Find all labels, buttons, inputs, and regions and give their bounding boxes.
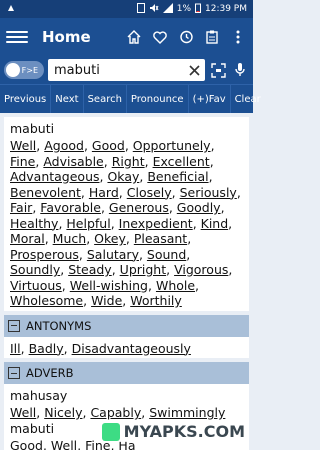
word-link[interactable]: Beneficial xyxy=(147,169,208,184)
watermark-logo: MYAPKS.COM xyxy=(97,421,249,442)
word-link[interactable]: Sound xyxy=(147,247,186,262)
word-link[interactable]: Pleasant xyxy=(134,231,187,246)
action-toolbar: Previous Next Search Pronounce (+)Fav Cl… xyxy=(0,84,261,113)
history-icon[interactable] xyxy=(177,28,195,46)
home-icon[interactable] xyxy=(125,28,143,46)
collapse-icon[interactable] xyxy=(8,319,20,332)
word-link[interactable]: Wide xyxy=(91,293,122,308)
page-title: Home xyxy=(42,28,91,46)
search-box xyxy=(48,59,205,81)
status-bar: 1% 12:39 PM xyxy=(0,0,253,18)
watermark-text: MYAPKS.COM xyxy=(123,422,245,441)
word-link[interactable]: Agood xyxy=(44,138,84,153)
word-link[interactable]: Goodly xyxy=(177,200,221,215)
battery-percent: 1% xyxy=(176,4,191,14)
word-link[interactable]: Capably xyxy=(90,405,141,420)
microphone-icon[interactable] xyxy=(231,61,249,79)
word-link[interactable]: Badly xyxy=(29,341,64,356)
word-link[interactable]: Good xyxy=(10,438,43,450)
adverb-section-header[interactable]: ADVERB xyxy=(4,362,249,384)
word-link[interactable]: Wholesome xyxy=(10,293,83,308)
android-logo-icon xyxy=(101,422,120,441)
main-entry-card: mabuti Well, Agood, Good, Opportunely, F… xyxy=(4,117,249,311)
word-link[interactable]: Hard xyxy=(89,185,119,200)
word-link[interactable]: Inexpedient xyxy=(119,216,193,231)
clear-button[interactable]: Clear xyxy=(231,85,265,113)
word-link[interactable]: Prosperous xyxy=(10,247,79,262)
word-link[interactable]: Virtuous xyxy=(10,278,62,293)
word-link[interactable]: Well-wishing xyxy=(70,278,148,293)
word-link[interactable]: Good xyxy=(92,138,125,153)
word-link[interactable]: Opportunely xyxy=(133,138,211,153)
battery-icon xyxy=(195,3,201,16)
word-link[interactable]: Disadvantageously xyxy=(72,341,191,356)
adverb-word-list: Well, Nicely, Capably, Swimmingly xyxy=(10,405,226,420)
word-link[interactable]: Okay xyxy=(107,169,139,184)
word-link[interactable]: Fair xyxy=(10,200,32,215)
pronounce-button[interactable]: Pronounce xyxy=(127,85,189,113)
word-link[interactable]: Okey xyxy=(94,231,126,246)
headword: mahusay xyxy=(10,388,68,403)
clear-search-icon[interactable] xyxy=(187,63,201,77)
collapse-icon[interactable] xyxy=(8,367,20,379)
word-link[interactable]: Steady xyxy=(68,262,112,277)
scan-icon[interactable] xyxy=(209,61,227,79)
results-content: mabuti Well, Agood, Good, Opportunely, F… xyxy=(0,113,253,450)
word-link[interactable]: Seriously xyxy=(180,185,237,200)
word-link[interactable]: Ill xyxy=(10,341,21,356)
adverb-entry: mahusay Well, Nicely, Capably, Swimmingl… xyxy=(10,388,243,421)
sim-icon xyxy=(136,2,145,16)
toggle-label: F>E xyxy=(21,65,38,75)
word-link[interactable]: Nicely xyxy=(44,405,82,420)
word-link[interactable]: Advantageous xyxy=(10,169,100,184)
add-favorite-button[interactable]: (+)Fav xyxy=(189,85,231,113)
android-debug-icon xyxy=(6,3,16,16)
word-link[interactable]: Benevolent xyxy=(10,185,81,200)
word-link[interactable]: Whole xyxy=(156,278,195,293)
word-link[interactable]: Swimmingly xyxy=(149,405,225,420)
antonyms-card: Ill, Badly, Disadvantageously xyxy=(4,336,249,358)
word-link[interactable]: Kind xyxy=(201,216,229,231)
toggle-knob xyxy=(6,63,20,77)
favorite-heart-icon[interactable] xyxy=(151,28,169,46)
synonym-list: Well, Agood, Good, Opportunely, Fine, Ad… xyxy=(10,138,241,308)
word-link[interactable]: Well xyxy=(10,138,36,153)
signal-icon xyxy=(162,2,173,16)
search-input[interactable] xyxy=(52,61,187,79)
word-link[interactable]: Advisable xyxy=(43,154,103,169)
antonym-list: Ill, Badly, Disadvantageously xyxy=(10,340,191,356)
menu-icon[interactable] xyxy=(6,31,28,43)
word-link[interactable]: Salutary xyxy=(87,247,139,262)
word-link[interactable]: Fine xyxy=(10,154,35,169)
search-row: F>E xyxy=(0,56,253,84)
word-link[interactable]: Helpful xyxy=(66,216,110,231)
word-link[interactable]: Worthily xyxy=(130,293,182,308)
word-link[interactable]: Closely xyxy=(127,185,172,200)
next-button[interactable]: Next xyxy=(51,85,84,113)
previous-button[interactable]: Previous xyxy=(0,85,52,113)
search-button[interactable]: Search xyxy=(84,85,127,113)
language-toggle[interactable]: F>E xyxy=(4,61,44,79)
word-link[interactable]: Well xyxy=(10,405,36,420)
status-time: 12:39 PM xyxy=(205,4,247,14)
section-title: ADVERB xyxy=(26,366,74,380)
clipboard-icon[interactable] xyxy=(203,28,221,46)
word-link[interactable]: Favorable xyxy=(40,200,101,215)
word-link[interactable]: Much xyxy=(53,231,87,246)
word-link[interactable]: Healthy xyxy=(10,216,58,231)
headword: mabuti xyxy=(10,121,55,136)
word-link[interactable]: Excellent xyxy=(153,154,210,169)
app-bar: Home xyxy=(0,18,253,56)
word-link[interactable]: Vigorous xyxy=(174,262,228,277)
word-link[interactable]: Moral xyxy=(10,231,45,246)
word-link[interactable]: Generous xyxy=(109,200,169,215)
word-link[interactable]: Upright xyxy=(120,262,166,277)
word-link[interactable]: Right xyxy=(112,154,145,169)
antonyms-section-header[interactable]: ANTONYMS xyxy=(4,314,249,337)
section-title: ANTONYMS xyxy=(26,318,92,333)
word-link[interactable]: Soundly xyxy=(10,262,60,277)
more-vertical-icon[interactable] xyxy=(229,28,247,46)
mute-icon xyxy=(149,3,159,16)
word-link[interactable]: Well xyxy=(51,438,77,450)
